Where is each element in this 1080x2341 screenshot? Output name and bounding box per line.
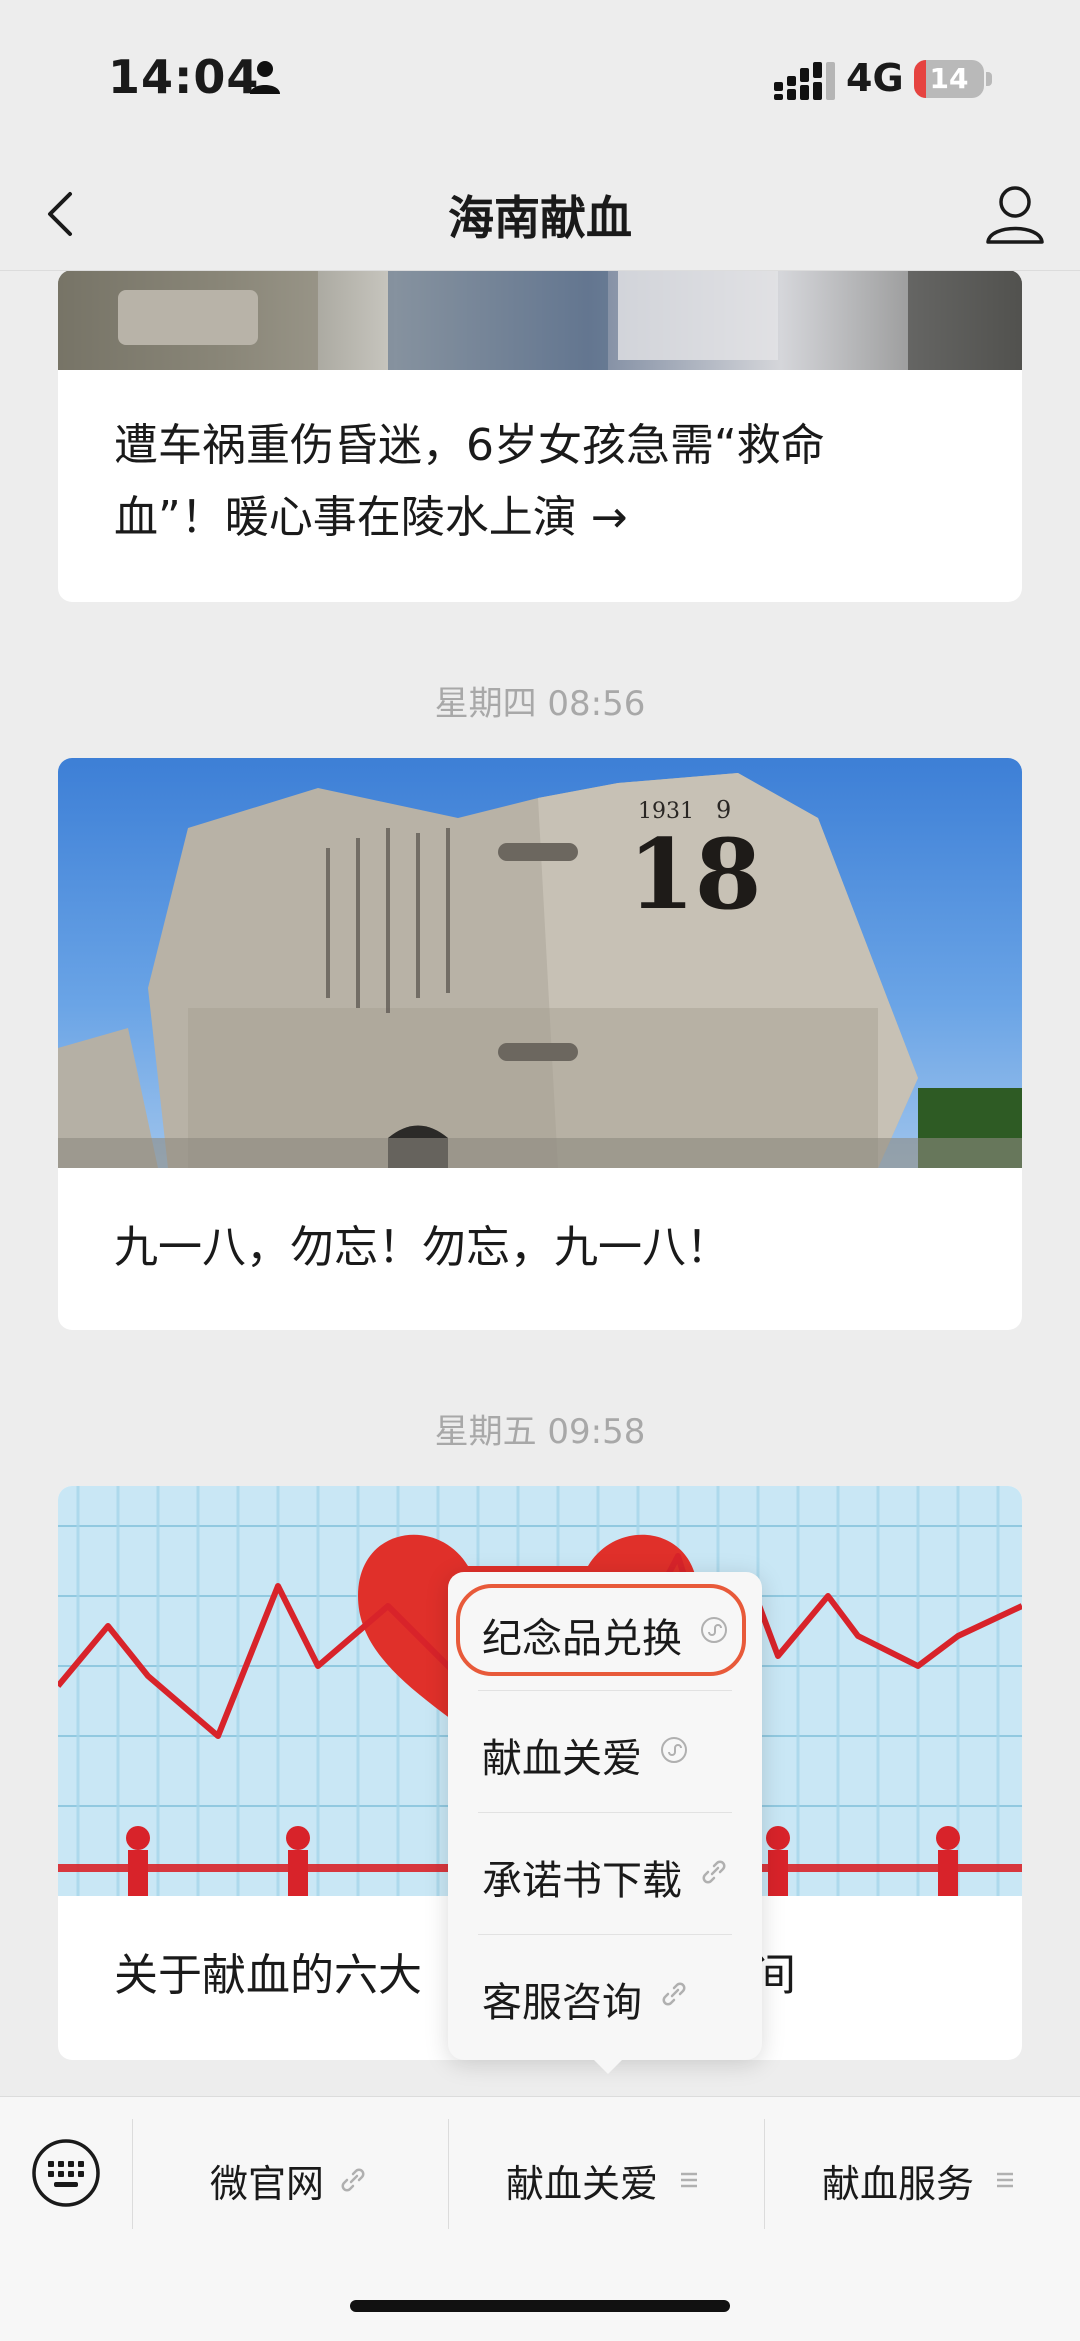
link-icon: [341, 2168, 365, 2192]
link-icon: [702, 1860, 726, 1884]
menu-tab-blood-care[interactable]: 献血关爱: [450, 2127, 764, 2227]
battery-icon: 14: [914, 60, 984, 98]
article-title-3-left: 关于献血的六大: [114, 1950, 422, 2001]
svg-text:9: 9: [716, 796, 731, 824]
nav-bar: 海南献血: [0, 160, 1080, 271]
bottom-divider: [132, 2119, 133, 2229]
menu-tab-label: 微官网: [210, 2162, 325, 2206]
article-title-1-line2: 血”！暖心事在陵水上演 →: [114, 492, 628, 543]
menu-item-label: 献血关爱: [482, 1736, 642, 1782]
article-image-1: [58, 270, 1022, 370]
mini-program-icon: [661, 1737, 687, 1763]
menu-tab-blood-service[interactable]: 献血服务: [766, 2127, 1080, 2227]
battery-level: 14: [929, 62, 969, 95]
article-title-1-line1: 遭车祸重伤昏迷，6岁女孩急需“救命: [114, 420, 825, 471]
signal-icon: [774, 62, 835, 100]
menu-item-pledge-download[interactable]: 承诺书下载: [448, 1814, 762, 1932]
menu-divider: [478, 1812, 732, 1813]
article-title-2[interactable]: 九一八，勿忘！勿忘，九一八！: [114, 1212, 966, 1284]
menu-item-label: 承诺书下载: [482, 1858, 682, 1904]
menu-item-customer-service[interactable]: 客服咨询: [448, 1936, 762, 2054]
battery-tip: [986, 72, 992, 86]
bottom-divider: [448, 2119, 449, 2229]
submenu-pointer: [590, 2056, 626, 2074]
article-image-2: 1931 18 9: [58, 758, 1022, 1168]
menu-tab-label: 献血关爱: [506, 2162, 659, 2206]
timestamp-2: 星期四 08:56: [434, 684, 646, 724]
link-icon: [662, 1982, 686, 2006]
menu-tab-label: 献血服务: [822, 2162, 975, 2206]
timestamp-3: 星期五 09:58: [434, 1412, 646, 1452]
menu-divider: [478, 1934, 732, 1935]
status-time: 14:04: [108, 50, 260, 104]
submenu-icon: [681, 2172, 697, 2188]
home-indicator[interactable]: [350, 2300, 730, 2312]
bottom-divider: [764, 2119, 765, 2229]
article-title-1[interactable]: 遭车祸重伤昏迷，6岁女孩急需“救命 血”！暖心事在陵水上演 →: [114, 410, 966, 554]
menu-divider: [478, 1690, 732, 1691]
page-title: 海南献血: [448, 191, 632, 245]
status-bar: 14:04 4G 14: [0, 0, 1080, 160]
network-type: 4G: [846, 56, 904, 100]
menu-item-blood-care[interactable]: 献血关爱: [448, 1692, 762, 1810]
menu-item-label: 客服咨询: [482, 1980, 642, 2026]
article-card-1[interactable]: 遭车祸重伤昏迷，6岁女孩急需“救命 血”！暖心事在陵水上演 →: [58, 270, 1022, 602]
highlight-ring: [456, 1584, 746, 1676]
person-icon: [250, 61, 280, 94]
keyboard-icon[interactable]: [30, 2137, 102, 2209]
article-card-2[interactable]: 1931 18 9 九一八，勿忘！勿忘，九一八！: [58, 758, 1022, 1330]
submenu-icon: [997, 2172, 1013, 2188]
profile-icon[interactable]: [980, 180, 1050, 250]
svg-text:18: 18: [628, 818, 762, 931]
menu-tab-website[interactable]: 微官网: [134, 2127, 448, 2227]
